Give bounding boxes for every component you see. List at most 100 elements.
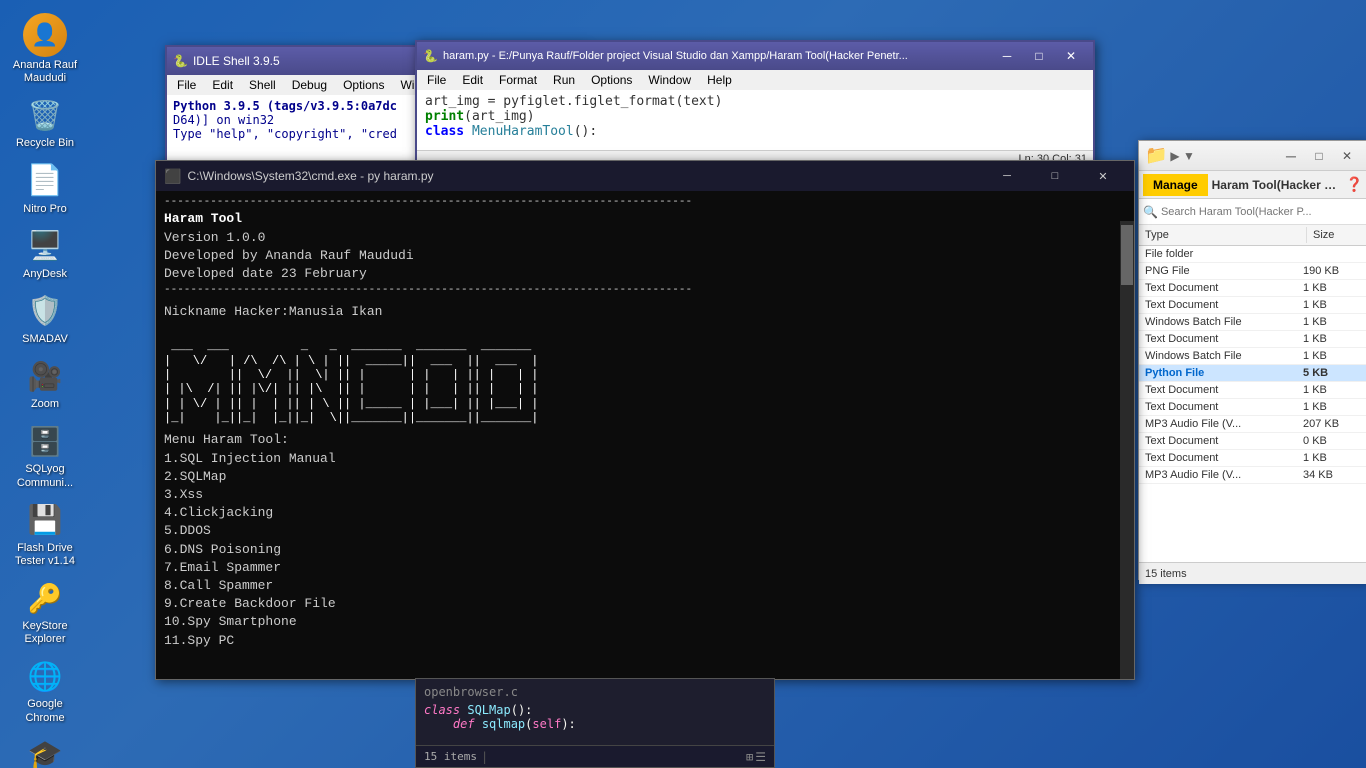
desktop-icon-anydesk[interactable]: 🖥️ AnyDesk (5, 222, 85, 285)
file-size-cell-12: 1 KB (1297, 450, 1366, 467)
file-row-13[interactable]: MP3 Audio File (V... 34 KB (1139, 467, 1366, 484)
idle-icon: 🐍 (173, 54, 188, 68)
cmd-controls: ─ □ ✕ (984, 161, 1126, 191)
desktop-icon-ananda-rauf[interactable]: 👤 Ananda Rauf Maududi (5, 9, 85, 89)
desktop-icon-nitro-pro[interactable]: 📄 Nitro Pro (5, 157, 85, 220)
desktop: 👤 Ananda Rauf Maududi 🗑️ Recycle Bin 📄 N… (0, 0, 1366, 768)
explorer-maximize-button[interactable]: □ (1305, 142, 1333, 170)
file-type-cell-3: Text Document (1139, 297, 1297, 314)
help-icon[interactable]: ❓ (1346, 176, 1363, 193)
file-row-4[interactable]: Windows Batch File 1 KB (1139, 314, 1366, 331)
file-type-cell-4: Windows Batch File (1139, 314, 1297, 331)
haram-menu-file[interactable]: File (421, 72, 452, 88)
cmd-content[interactable]: ----------------------------------------… (156, 191, 1134, 649)
desktop-icon-label-smadav: SMADAV (22, 333, 68, 346)
file-row-6[interactable]: Windows Batch File 1 KB (1139, 348, 1366, 365)
view-icon-2[interactable]: ☰ (755, 750, 766, 764)
flash-drive-icon: 💾 (25, 500, 65, 540)
desktop-icon-tech-edu[interactable]: 🎓 Tech Educatio... (5, 731, 85, 768)
explorer-toolbar-manage: Manage Haram Tool(Hacker Penetration Mas… (1139, 171, 1366, 199)
explorer-window: 📁 ▶ ▼ ─ □ ✕ Manage Haram Tool(Hacker Pen… (1138, 140, 1366, 580)
search-icon: 🔍 (1143, 205, 1158, 219)
cmd-separator-2: ----------------------------------------… (164, 283, 1116, 298)
desktop-icon-smadav[interactable]: 🛡️ SMADAV (5, 287, 85, 350)
file-row-10[interactable]: MP3 Audio File (V... 207 KB (1139, 416, 1366, 433)
cmd-date: Developed date 23 February (164, 265, 1116, 283)
cmd-menu-6: 6.DNS Poisoning (164, 541, 1116, 559)
desktop-icon-zoom[interactable]: 🎥 Zoom (5, 352, 85, 415)
explorer-ribbon: 📁 ▶ ▼ ─ □ ✕ (1139, 141, 1366, 171)
file-row-3[interactable]: Text Document 1 KB (1139, 297, 1366, 314)
file-type-cell-5: Text Document (1139, 331, 1297, 348)
file-size-cell-4: 1 KB (1297, 314, 1366, 331)
haram-idle-code-area[interactable]: art_img = pyfiglet.figlet_format(text) p… (417, 90, 1093, 150)
code-popup-line3: def sqlmap(self): (424, 717, 766, 731)
haram-menu-options[interactable]: Options (585, 72, 638, 88)
file-type-cell-1: PNG File (1139, 263, 1297, 280)
file-row-1[interactable]: PNG File 190 KB (1139, 263, 1366, 280)
file-row-5[interactable]: Text Document 1 KB (1139, 331, 1366, 348)
file-row-0[interactable]: File folder (1139, 246, 1366, 263)
idle-menu-shell[interactable]: Shell (243, 77, 282, 93)
haram-idle-icon: 🐍 (423, 49, 438, 63)
cmd-maximize-button[interactable]: □ (1032, 161, 1078, 191)
view-icon-1[interactable]: ⊞ (746, 750, 753, 764)
explorer-minimize-button[interactable]: ─ (1277, 142, 1305, 170)
code-popup-window: openbrowser.c class SQLMap(): def sqlmap… (415, 678, 775, 768)
cmd-scrollbar-thumb[interactable] (1121, 225, 1133, 285)
file-row-2[interactable]: Text Document 1 KB (1139, 280, 1366, 297)
code-popup-pipe: | (481, 750, 488, 764)
file-size-cell-2: 1 KB (1297, 280, 1366, 297)
haram-idle-close-button[interactable]: ✕ (1055, 43, 1087, 69)
cmd-window: ⬛ C:\Windows\System32\cmd.exe - py haram… (155, 160, 1135, 680)
haram-menu-run[interactable]: Run (547, 72, 581, 88)
file-type-cell-2: Text Document (1139, 280, 1297, 297)
haram-idle-title-text: haram.py - E:/Punya Rauf/Folder project … (443, 50, 908, 62)
file-row-11[interactable]: Text Document 0 KB (1139, 433, 1366, 450)
smadav-icon: 🛡️ (25, 291, 65, 331)
explorer-folder-nav: 📁 ▶ ▼ (1145, 145, 1195, 166)
cmd-titlebar: ⬛ C:\Windows\System32\cmd.exe - py haram… (156, 161, 1134, 191)
idle-menu-debug[interactable]: Debug (286, 77, 333, 93)
file-row-7[interactable]: Python File 5 KB (1139, 365, 1366, 382)
haram-idle-title-left: 🐍 haram.py - E:/Punya Rauf/Folder projec… (423, 49, 908, 63)
idle-menu-options[interactable]: Options (337, 77, 390, 93)
desktop-icon-keystore[interactable]: 🔑 KeyStore Explorer (5, 574, 85, 650)
haram-menu-format[interactable]: Format (493, 72, 543, 88)
file-size-cell-13: 34 KB (1297, 467, 1366, 484)
code-popup-statusbar: 15 items | ⊞ ☰ (416, 745, 774, 767)
desktop-icon-label-chrome: Google Chrome (25, 698, 64, 724)
haram-idle-maximize-button[interactable]: □ (1023, 43, 1055, 69)
col-header-size: Size (1307, 227, 1366, 243)
desktop-icon-chrome[interactable]: 🌐 Google Chrome (5, 652, 85, 728)
haram-menu-window[interactable]: Window (642, 72, 697, 88)
desktop-icon-recycle-bin[interactable]: 🗑️ Recycle Bin (5, 91, 85, 154)
explorer-search-input[interactable] (1161, 206, 1363, 218)
manage-button[interactable]: Manage (1143, 174, 1208, 196)
cmd-close-button[interactable]: ✕ (1080, 161, 1126, 191)
haram-idle-minimize-button[interactable]: ─ (991, 43, 1023, 69)
file-row-8[interactable]: Text Document 1 KB (1139, 382, 1366, 399)
file-row-9[interactable]: Text Document 1 KB (1139, 399, 1366, 416)
cmd-version: Version 1.0.0 (164, 229, 1116, 247)
idle-menu-file[interactable]: File (171, 77, 202, 93)
cmd-minimize-button[interactable]: ─ (984, 161, 1030, 191)
file-type-cell-9: Text Document (1139, 399, 1297, 416)
idle-menu-edit[interactable]: Edit (206, 77, 239, 93)
cmd-scrollbar[interactable] (1120, 221, 1134, 679)
explorer-close-button[interactable]: ✕ (1333, 142, 1361, 170)
cmd-menu-8: 8.Call Spammer (164, 577, 1116, 595)
haram-code-line2: print(art_img) (425, 109, 1085, 124)
haram-menu-edit[interactable]: Edit (456, 72, 489, 88)
desktop-icon-label-zoom: Zoom (31, 398, 59, 411)
cmd-title-text: ⬛ C:\Windows\System32\cmd.exe - py haram… (164, 168, 434, 185)
haram-menu-help[interactable]: Help (701, 72, 738, 88)
desktop-icon-sqlyog[interactable]: 🗄️ SQLyog Communi... (5, 417, 85, 493)
file-size-cell-7: 5 KB (1297, 365, 1366, 382)
cmd-menu-3: 3.Xss (164, 486, 1116, 504)
cmd-separator-1: ----------------------------------------… (164, 195, 1116, 210)
desktop-icon-flash-drive[interactable]: 💾 Flash Drive Tester v1.14 (5, 496, 85, 572)
file-row-12[interactable]: Text Document 1 KB (1139, 450, 1366, 467)
code-popup-line1: openbrowser.c (424, 685, 766, 699)
explorer-file-list[interactable]: File folder PNG File 190 KB Text Documen… (1139, 246, 1366, 562)
